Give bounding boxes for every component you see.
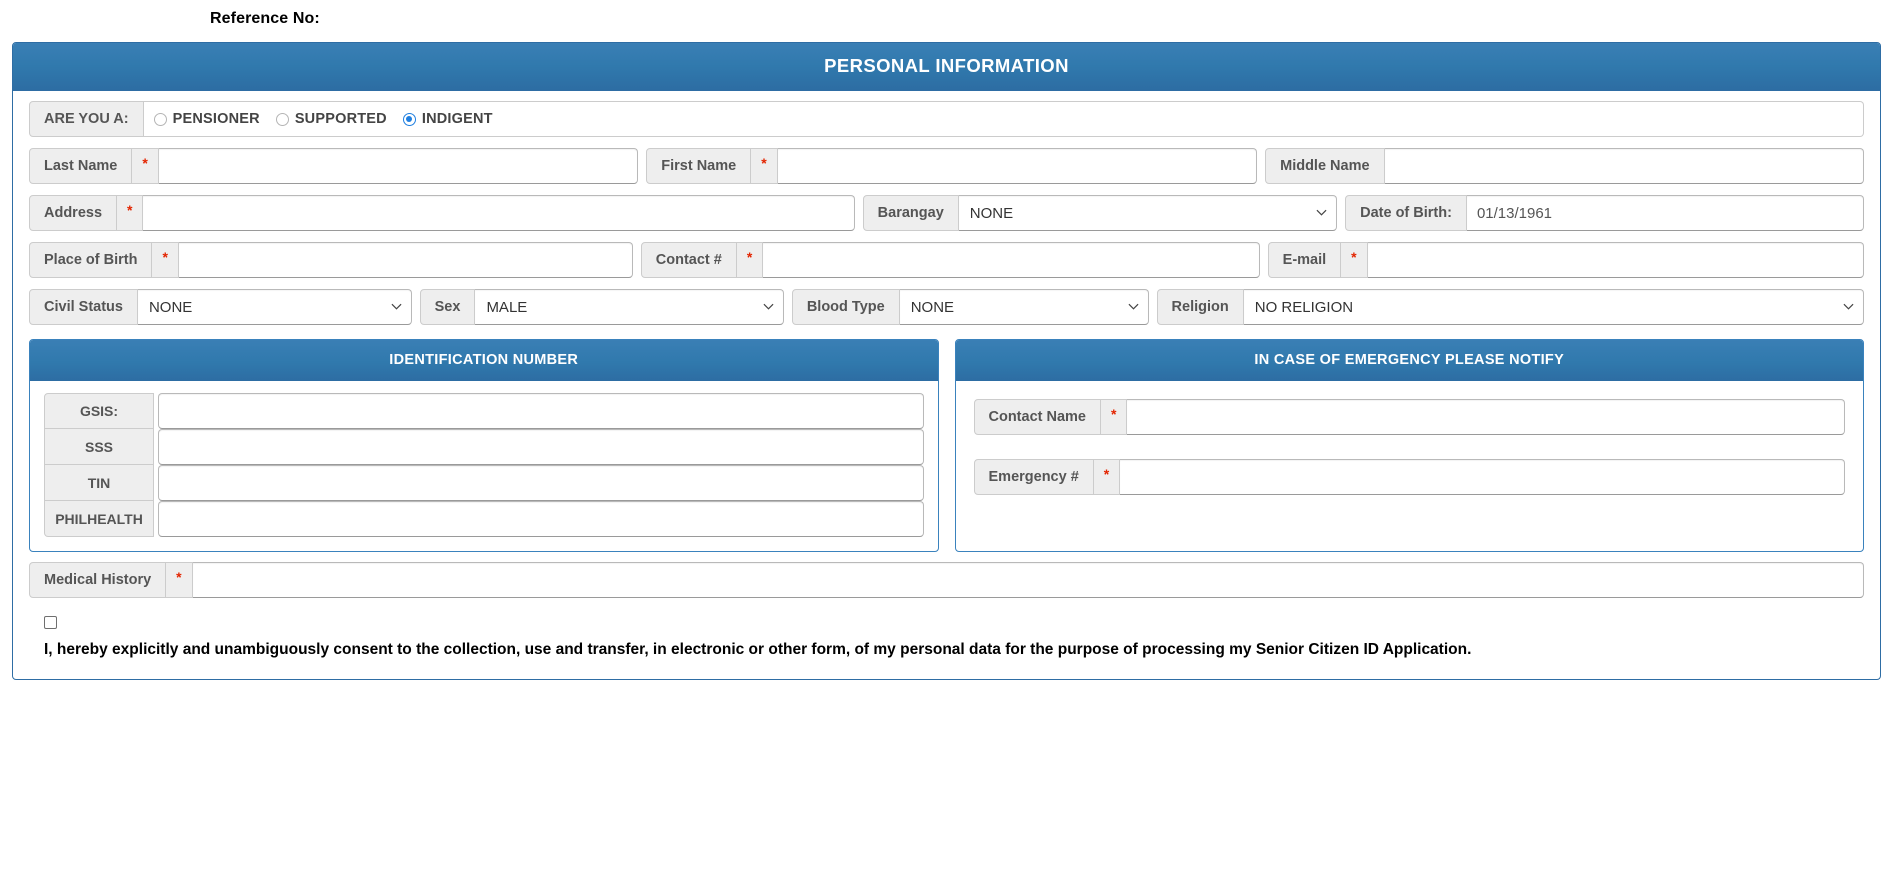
emergency-contact-name-row: Contact Name * [973,399,1845,435]
emergency-number-row: Emergency # * [973,459,1845,495]
religion-selected-value: NO RELIGION [1254,298,1354,316]
medical-history-row: Medical History * [29,562,1864,598]
radio-icon-indigent-selected[interactable] [402,112,416,126]
table-row: TIN [44,465,924,501]
consent-text: I, hereby explicitly and unambiguously c… [44,641,1472,658]
contact-name-required-marker: * [1101,399,1128,435]
religion-label: Religion [1156,289,1244,325]
personal-information-body: ARE YOU A: PENSIONER SUPPORTED INDIGENT [13,91,1880,679]
middle-name-label: Middle Name [1265,148,1385,184]
civil-status-selected-value: NONE [148,298,193,316]
sex-selected-value: MALE [486,298,528,316]
email-input[interactable] [1367,242,1864,278]
sex-label: Sex [419,289,476,325]
gsis-label: GSIS: [44,393,154,429]
contact-name-label: Contact Name [973,399,1101,435]
religion-select[interactable]: NO RELIGION [1243,289,1864,325]
blood-type-selected-value: NONE [910,298,955,316]
table-row: SSS [44,429,924,465]
medical-history-input[interactable] [192,562,1864,598]
radio-label-indigent: INDIGENT [421,111,493,127]
consent-checkbox[interactable] [44,616,57,629]
contact-row: Place of Birth * Contact # * E-mail * [29,242,1864,278]
radio-icon-pensioner[interactable] [153,112,167,126]
email-label: E-mail [1267,242,1342,278]
last-name-input[interactable] [158,148,639,184]
radio-icon-supported[interactable] [275,112,289,126]
radio-option-supported[interactable]: SUPPORTED [275,111,387,127]
date-of-birth-label: Date of Birth: [1345,195,1467,231]
senior-citizen-id-form: Reference No: PERSONAL INFORMATION ARE Y… [0,0,1893,896]
sub-panels: IDENTIFICATION NUMBER GSIS: SSS TIN PHIL… [29,339,1864,552]
address-input[interactable] [143,195,855,231]
emergency-number-input[interactable] [1120,459,1845,495]
emergency-contact-title: IN CASE OF EMERGENCY PLEASE NOTIFY [955,340,1863,381]
tin-label: TIN [44,465,154,501]
radio-option-pensioner[interactable]: PENSIONER [153,111,260,127]
civil-status-select[interactable]: NONE [137,289,412,325]
barangay-selected-value: NONE [969,204,1014,222]
date-of-birth-input[interactable] [1466,195,1865,231]
tin-input[interactable] [158,465,924,501]
barangay-select[interactable]: NONE [958,195,1338,231]
table-row: GSIS: [44,393,924,429]
emergency-number-label: Emergency # [973,459,1094,495]
chevron-down-icon [1128,301,1139,312]
emergency-number-required-marker: * [1093,459,1121,495]
demographics-row: Civil Status NONE Sex MALE Blood Type NO… [29,289,1864,325]
personal-information-panel: PERSONAL INFORMATION ARE YOU A: PENSIONE… [12,42,1881,680]
philhealth-input[interactable] [158,501,924,537]
applicant-type-row: ARE YOU A: PENSIONER SUPPORTED INDIGENT [29,101,1864,137]
chevron-down-icon [1316,207,1327,218]
applicant-type-radio-group[interactable]: PENSIONER SUPPORTED INDIGENT [143,101,1864,137]
contact-number-label: Contact # [640,242,737,278]
last-name-label: Last Name [29,148,133,184]
medical-history-label: Medical History [29,562,167,598]
radio-option-indigent[interactable]: INDIGENT [402,111,493,127]
place-of-birth-required-marker: * [152,242,179,278]
chevron-down-icon [1843,301,1854,312]
chevron-down-icon [391,301,402,312]
consent-section: I, hereby explicitly and unambiguously c… [29,616,1864,663]
sex-select[interactable]: MALE [475,289,784,325]
name-row: Last Name * First Name * Middle Name [29,148,1864,184]
radio-label-pensioner: PENSIONER [172,111,260,127]
address-required-marker: * [117,195,144,231]
place-of-birth-label: Place of Birth [29,242,153,278]
sss-label: SSS [44,429,154,465]
address-label: Address [29,195,118,231]
applicant-type-label: ARE YOU A: [29,101,144,137]
address-row: Address * Barangay NONE Date of Birth: [29,195,1865,231]
medical-history-required-marker: * [166,562,193,598]
identification-number-title: IDENTIFICATION NUMBER [30,340,938,381]
philhealth-label: PHILHEALTH [44,501,154,537]
sss-input[interactable] [158,429,924,465]
middle-name-input[interactable] [1384,148,1864,184]
contact-name-input[interactable] [1127,399,1845,435]
table-row: PHILHEALTH [44,501,924,537]
email-required-marker: * [1341,242,1368,278]
emergency-contact-body: Contact Name * Emergency # * [956,381,1864,515]
identification-number-body: GSIS: SSS TIN PHILHEALTH [30,381,938,551]
blood-type-label: Blood Type [791,289,900,325]
reference-no-label: Reference No: [210,10,320,27]
gsis-input[interactable] [158,393,924,429]
first-name-required-marker: * [751,148,778,184]
first-name-input[interactable] [777,148,1258,184]
last-name-required-marker: * [132,148,159,184]
blood-type-select[interactable]: NONE [899,289,1149,325]
page-title: PERSONAL INFORMATION [13,43,1880,91]
identification-number-panel: IDENTIFICATION NUMBER GSIS: SSS TIN PHIL… [29,339,939,552]
barangay-label: Barangay [862,195,959,231]
civil-status-label: Civil Status [29,289,138,325]
radio-label-supported: SUPPORTED [294,111,387,127]
contact-number-input[interactable] [763,242,1260,278]
emergency-contact-panel: IN CASE OF EMERGENCY PLEASE NOTIFY Conta… [954,339,1864,552]
place-of-birth-input[interactable] [178,242,633,278]
contact-number-required-marker: * [736,242,764,278]
chevron-down-icon [763,301,774,312]
first-name-label: First Name [646,148,752,184]
